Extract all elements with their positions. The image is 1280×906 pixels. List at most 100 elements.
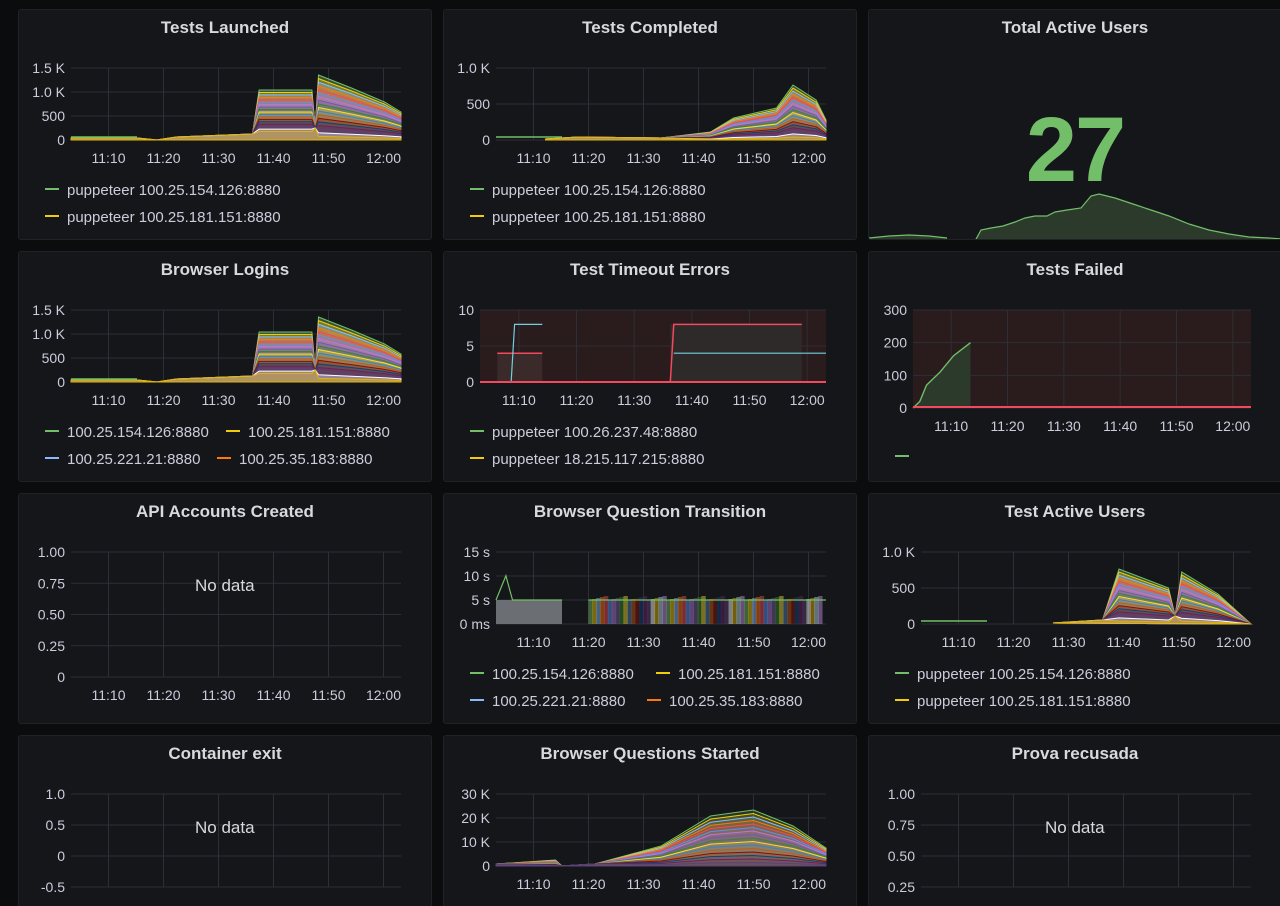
panel-container-exit[interactable]: Container exit 1.0 0.5 0 -0.5 No data xyxy=(18,735,432,906)
y-tick-label: 0 xyxy=(57,374,65,390)
series-area xyxy=(654,598,659,624)
legend-item[interactable]: 100.25.154.126:8880 xyxy=(470,666,634,683)
y-tick-label: 5 xyxy=(466,338,474,354)
series-area xyxy=(748,599,753,624)
series-area xyxy=(631,599,636,624)
panel-tests-launched[interactable]: Tests Launched 1.5 K 1.0 K 500 0 11:10 11:20 1… xyxy=(18,9,432,240)
series-area xyxy=(497,353,543,382)
legend-item[interactable]: puppeteer 100.25.181.151:8880 xyxy=(895,693,1131,710)
panel-tests-completed[interactable]: Tests Completed 1.0 K 500 0 11:10 11:20 11:30… xyxy=(443,9,857,240)
y-tick-label: 5 s xyxy=(471,592,490,608)
series-area xyxy=(814,597,819,624)
legend-item[interactable]: 100.25.221.21:8880 xyxy=(45,451,200,468)
series-area xyxy=(790,598,796,624)
series-area xyxy=(615,598,621,624)
graph-browser-questions-started: 30 K 20 K 10 K 0 11:10 11:20 11:30 11:40 11:50 12… xyxy=(461,786,827,892)
x-tick-label: 11:20 xyxy=(147,392,181,408)
x-tick-label: 11:50 xyxy=(1162,634,1196,650)
graph-tests-completed: 1.0 K 500 0 11:10 11:20 11:30 11:40 11:50 12:00 xyxy=(457,60,827,166)
series-swatch xyxy=(45,215,59,218)
series-area xyxy=(713,598,718,624)
y-tick-label: 0 xyxy=(899,400,907,416)
series-swatch xyxy=(45,430,59,433)
series-swatch xyxy=(470,672,484,675)
panel-browser-questions-started[interactable]: Browser Questions Started 30 K 20 K 10 K01… xyxy=(443,735,857,906)
panel-test-active-users[interactable]: Test Active Users 1.0 K 500 0 11:10 11:20 11:… xyxy=(868,493,1280,724)
x-tick-label: 11:20 xyxy=(560,392,594,408)
x-tick-label: 11:40 xyxy=(682,876,716,892)
series-area xyxy=(744,600,749,624)
no-data-message: No data xyxy=(1045,818,1105,837)
x-tick-label: 12:00 xyxy=(791,150,826,166)
series-swatch xyxy=(470,188,484,191)
y-tick-label: 0 ms xyxy=(460,616,490,632)
series-swatch xyxy=(45,457,59,460)
legend-item[interactable]: puppeteer 100.25.181.151:8880 xyxy=(470,209,706,226)
legend-item[interactable]: 100.25.154.126:8880 xyxy=(45,424,209,441)
panel-total-active-users[interactable]: Total Active Users 27 xyxy=(868,9,1280,240)
graph-test-timeout-errors: 10 5 0 11:10 11:20 11:30 11:40 11:50 12:00 xyxy=(458,302,826,408)
panel-browser-question-transition[interactable]: Browser Question Transition 15 s 10 s5 s0… xyxy=(443,493,857,724)
series-area xyxy=(728,599,733,624)
y-tick-label: 0 xyxy=(907,616,915,632)
y-tick-label: 0.5 xyxy=(46,817,66,833)
series-area xyxy=(670,599,675,624)
series-line xyxy=(495,573,826,601)
legend-item[interactable]: 100.25.181.151:8880 xyxy=(656,666,820,683)
panel-prova-recusada[interactable]: Prova recusada 1.00 0.75 0.50 0.25 No data xyxy=(868,735,1280,906)
x-tick-label: 11:10 xyxy=(92,150,126,166)
legend-item[interactable]: puppeteer 100.26.237.48:8880 xyxy=(470,424,697,441)
y-tick-label: 1.5 K xyxy=(32,60,65,76)
legend-item[interactable]: puppeteer 18.215.117.215:8880 xyxy=(470,451,704,468)
x-tick-label: 11:30 xyxy=(202,687,236,703)
y-tick-label: 0 xyxy=(482,858,490,874)
y-tick-label: 10 K xyxy=(461,834,490,850)
x-tick-label: 11:30 xyxy=(1052,634,1086,650)
series-area xyxy=(635,598,640,624)
legend-item[interactable]: puppeteer 100.25.154.126:8880 xyxy=(45,182,281,199)
legend-item[interactable] xyxy=(895,449,917,466)
legend-item[interactable]: 100.25.35.183:8880 xyxy=(217,451,372,468)
series-swatch xyxy=(470,699,484,702)
series-area xyxy=(592,599,597,624)
y-tick-label: 1.00 xyxy=(38,544,65,560)
panel-api-accounts-created[interactable]: API Accounts Created 1.00 0.75 0.50 0.25 0 11… xyxy=(18,493,432,724)
no-data-message: No data xyxy=(195,576,255,595)
x-tick-label: 11:30 xyxy=(627,150,661,166)
graph-test-active-users: 1.0 K 500 0 11:10 11:20 11:30 11:40 11:50 12:00 xyxy=(882,544,1253,650)
legend-item[interactable]: 100.25.221.21:8880 xyxy=(470,693,625,710)
graph-browser-logins: 1.5 K 1.0 K 500 0 11:10 11:20 11:30 11:40 11:50 1… xyxy=(32,302,402,408)
x-tick-label: 11:20 xyxy=(991,418,1025,434)
legend-item[interactable]: 100.25.181.151:8880 xyxy=(226,424,390,441)
legend-item[interactable]: puppeteer 100.25.154.126:8880 xyxy=(470,182,706,199)
series-swatch xyxy=(45,188,59,191)
series-area xyxy=(736,597,741,624)
y-tick-label: 0.75 xyxy=(38,575,65,591)
x-tick-label: 11:20 xyxy=(572,634,606,650)
no-data-message: No data xyxy=(195,818,255,837)
x-tick-label: 11:10 xyxy=(517,876,551,892)
y-tick-label: 1.0 K xyxy=(32,326,65,342)
series-area xyxy=(674,598,679,624)
x-tick-label: 11:20 xyxy=(147,687,181,703)
series-area xyxy=(619,597,624,624)
x-tick-label: 11:10 xyxy=(517,150,551,166)
series-area xyxy=(666,600,671,624)
panel-test-timeout-errors[interactable]: Test Timeout Errors 10 5 0 11:10 11:20 11:30 1… xyxy=(443,251,857,482)
panel-tests-failed[interactable]: Tests Failed 300 200 100 0 11:10 11:20 11:30 11… xyxy=(868,251,1280,482)
legend-item[interactable]: puppeteer 100.25.154.126:8880 xyxy=(895,666,1131,683)
series-area xyxy=(705,600,710,624)
x-tick-label: 11:50 xyxy=(733,392,767,408)
series-area xyxy=(751,598,757,624)
legend-item[interactable]: 100.25.35.183:8880 xyxy=(647,693,802,710)
y-tick-label: 10 xyxy=(458,302,474,318)
series-area xyxy=(689,599,695,624)
series-area xyxy=(783,600,788,624)
x-tick-label: 12:00 xyxy=(790,392,825,408)
panel-browser-logins[interactable]: Browser Logins 1.5 K 1.0 K 500 0 11:10 11:20 1… xyxy=(18,251,432,482)
x-tick-label: 11:50 xyxy=(312,687,346,703)
legend-item[interactable]: puppeteer 100.25.181.151:8880 xyxy=(45,209,281,226)
x-tick-label: 12:00 xyxy=(1215,418,1250,434)
series-area xyxy=(611,599,617,624)
x-tick-label: 11:10 xyxy=(502,392,536,408)
